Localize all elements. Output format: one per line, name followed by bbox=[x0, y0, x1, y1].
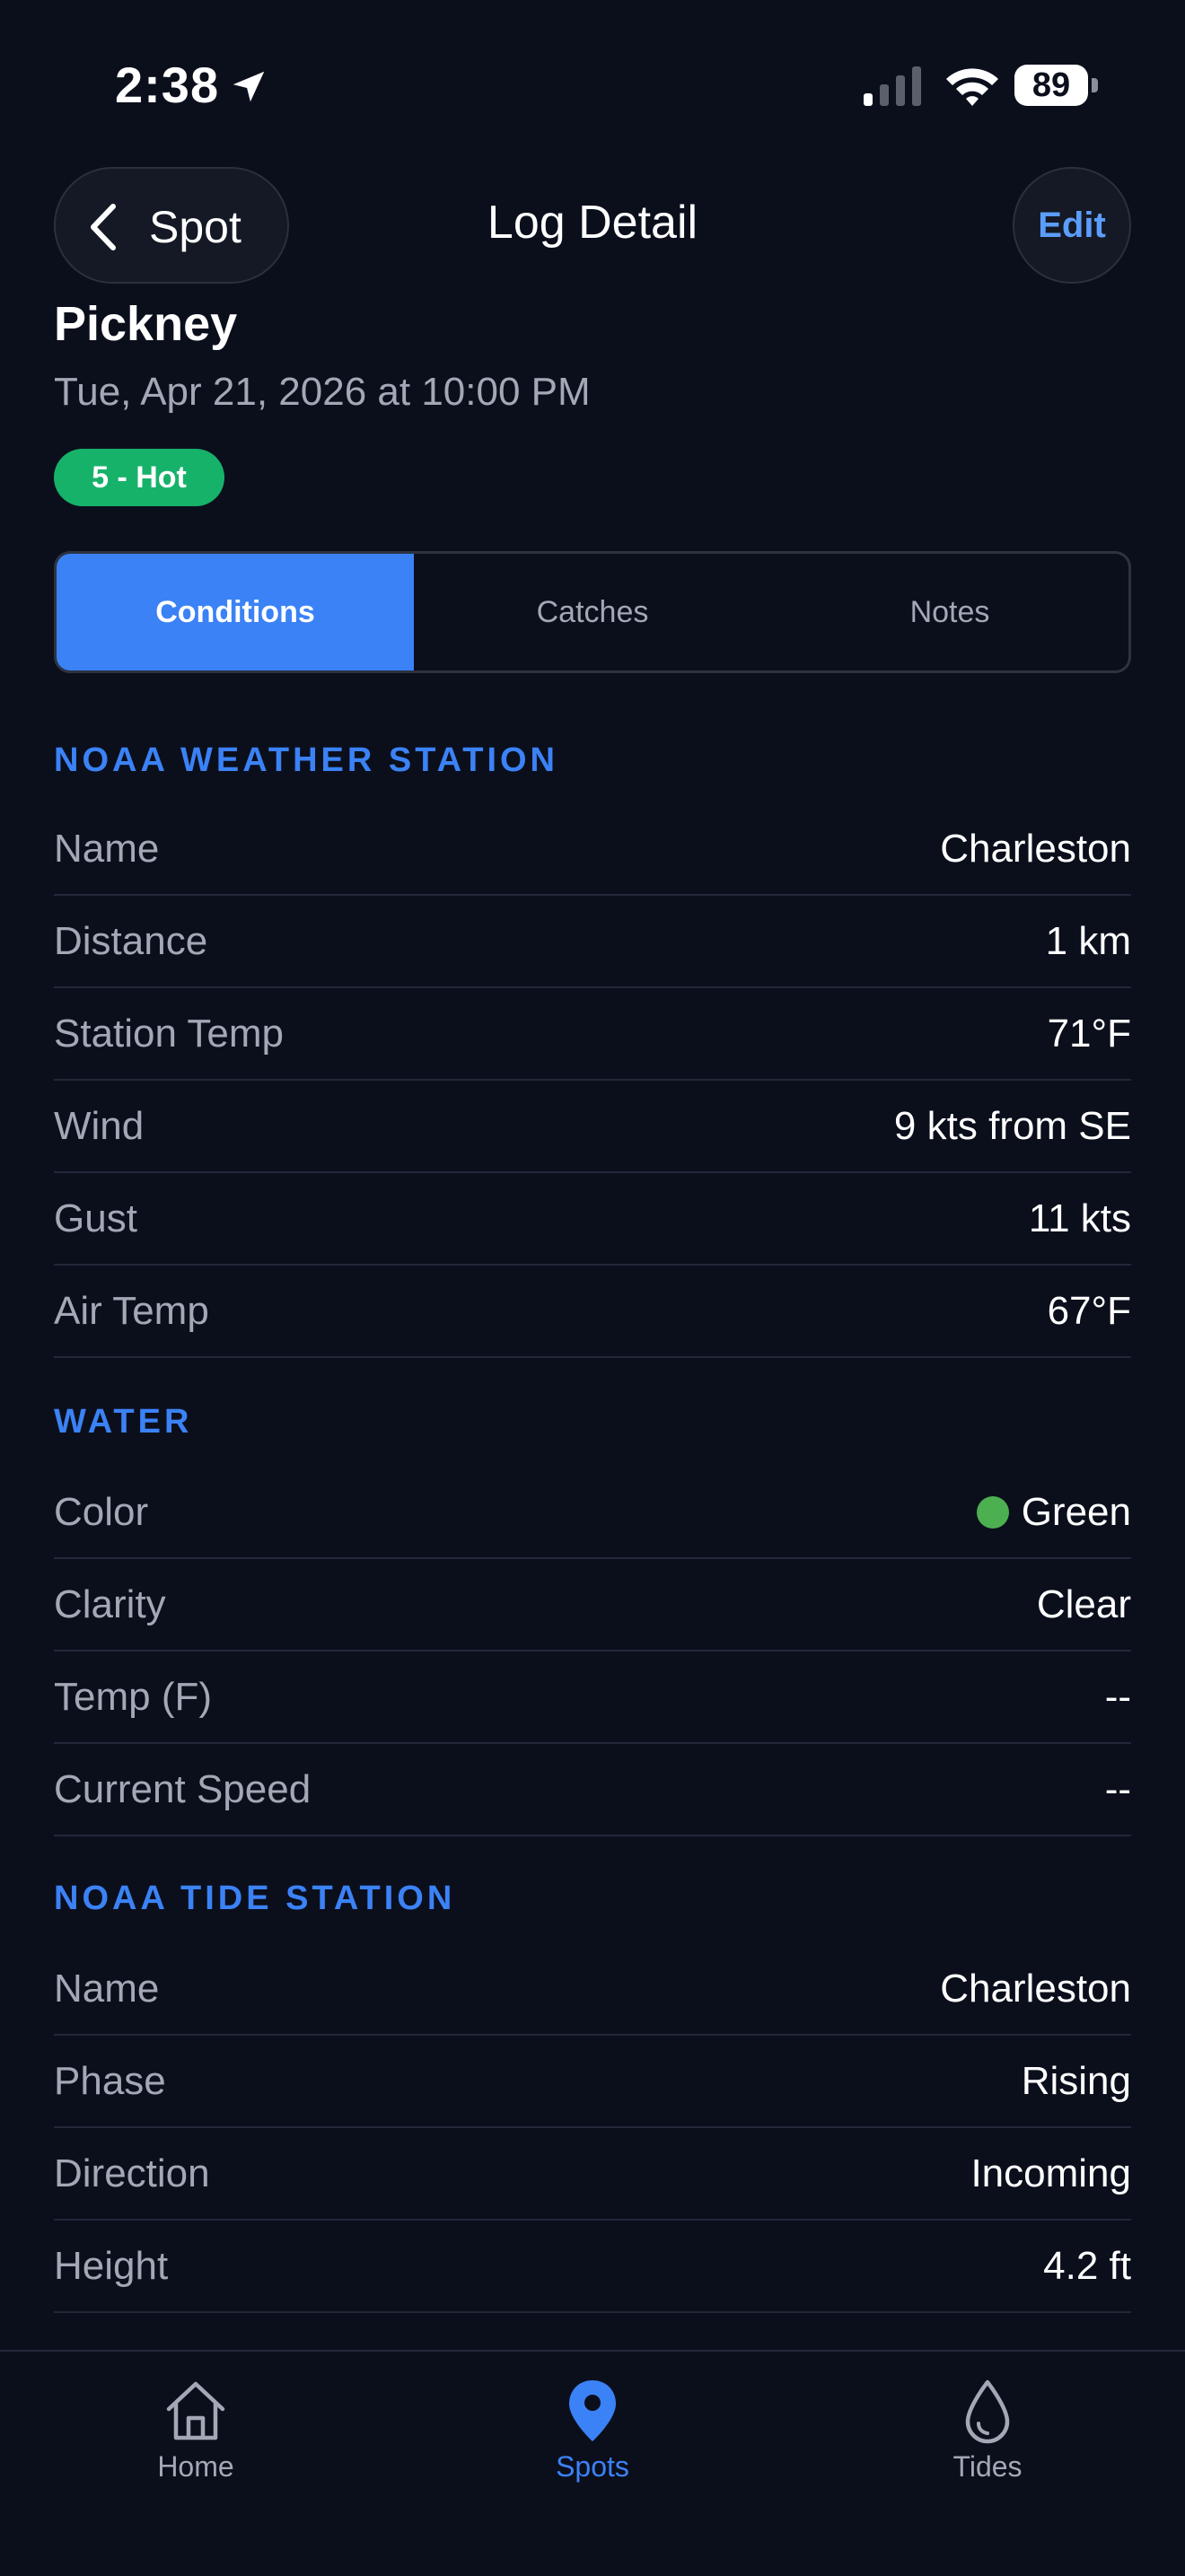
row-label: Direction bbox=[54, 2151, 210, 2195]
weather-row-gust: Gust 11 kts bbox=[54, 1173, 1131, 1266]
row-label: Current Speed bbox=[54, 1766, 312, 1811]
row-label: Temp (F) bbox=[54, 1674, 212, 1719]
row-label: Gust bbox=[54, 1196, 137, 1240]
status-time: 2:38 bbox=[115, 57, 220, 113]
bottom-tab-bar: Home Spots Tides bbox=[0, 2350, 1185, 2576]
location-arrow-icon bbox=[233, 71, 265, 102]
row-value: 71°F bbox=[1047, 1011, 1131, 1056]
tab-bar-tides[interactable]: Tides bbox=[880, 2377, 1095, 2484]
spot-name: Pickney bbox=[54, 297, 238, 351]
row-value: Charleston bbox=[940, 1966, 1131, 2011]
battery-icon: 89 bbox=[1014, 65, 1101, 108]
tide-row-height: Height 4.2 ft bbox=[54, 2221, 1131, 2313]
tab-bar-home[interactable]: Home bbox=[88, 2377, 303, 2484]
rating-badge: 5 - Hot bbox=[54, 449, 224, 506]
row-label: Station Temp bbox=[54, 1011, 285, 1056]
home-icon bbox=[166, 2381, 225, 2440]
color-swatch-icon bbox=[976, 1495, 1009, 1529]
tab-bar-label: Tides bbox=[952, 2450, 1023, 2483]
weather-row-station-temp: Station Temp 71°F bbox=[54, 988, 1131, 1081]
row-value: Green bbox=[976, 1489, 1131, 1535]
battery-level: 89 bbox=[1014, 65, 1088, 106]
row-label: Height bbox=[54, 2243, 169, 2288]
water-color-value: Green bbox=[1021, 1489, 1131, 1534]
water-row-clarity: Clarity Clear bbox=[54, 1559, 1131, 1652]
row-value: Incoming bbox=[970, 2151, 1131, 2195]
weather-row-name: Name Charleston bbox=[54, 803, 1131, 896]
row-label: Clarity bbox=[54, 1582, 166, 1626]
tide-row-name: Name Charleston bbox=[54, 1943, 1131, 2036]
tab-catches[interactable]: Catches bbox=[414, 554, 771, 670]
water-row-temp: Temp (F) -- bbox=[54, 1652, 1131, 1744]
row-value: Rising bbox=[1021, 2058, 1131, 2103]
water-drop-icon bbox=[965, 2379, 1010, 2444]
row-label: Wind bbox=[54, 1103, 145, 1148]
edit-button[interactable]: Edit bbox=[1013, 167, 1131, 284]
wifi-icon bbox=[946, 68, 998, 106]
weather-row-air-temp: Air Temp 67°F bbox=[54, 1266, 1131, 1358]
log-date: Tue, Apr 21, 2026 at 10:00 PM bbox=[54, 370, 591, 414]
row-value: Clear bbox=[1036, 1582, 1131, 1626]
row-value: 4.2 ft bbox=[1043, 2243, 1131, 2288]
page-title: Log Detail bbox=[487, 197, 698, 249]
row-label: Distance bbox=[54, 918, 208, 963]
weather-row-distance: Distance 1 km bbox=[54, 896, 1131, 988]
tide-section-title: NOAA TIDE STATION bbox=[54, 1879, 456, 1917]
row-value: 9 kts from SE bbox=[893, 1103, 1131, 1148]
row-value: -- bbox=[1104, 1766, 1131, 1811]
tide-row-direction: Direction Incoming bbox=[54, 2128, 1131, 2221]
row-label: Color bbox=[54, 1489, 149, 1534]
row-value: -- bbox=[1104, 1674, 1131, 1719]
tab-bar-label: Home bbox=[157, 2450, 234, 2483]
row-label: Name bbox=[54, 826, 160, 871]
tab-notes[interactable]: Notes bbox=[771, 554, 1128, 670]
segmented-tabs: Conditions Catches Notes bbox=[54, 551, 1131, 673]
tab-bar-spots[interactable]: Spots bbox=[485, 2377, 700, 2484]
map-pin-icon bbox=[569, 2380, 616, 2441]
row-label: Air Temp bbox=[54, 1288, 209, 1333]
water-row-color: Color Green bbox=[54, 1467, 1131, 1559]
weather-section-title: NOAA WEATHER STATION bbox=[54, 741, 558, 779]
tab-conditions[interactable]: Conditions bbox=[57, 554, 414, 670]
row-value: 11 kts bbox=[1028, 1196, 1131, 1240]
cellular-signal-icon bbox=[864, 66, 921, 106]
weather-row-wind: Wind 9 kts from SE bbox=[54, 1081, 1131, 1173]
water-section-title: WATER bbox=[54, 1403, 193, 1441]
row-label: Phase bbox=[54, 2058, 166, 2103]
water-row-current-speed: Current Speed -- bbox=[54, 1744, 1131, 1836]
tide-row-phase: Phase Rising bbox=[54, 2036, 1131, 2128]
status-bar: 2:38 89 bbox=[0, 0, 1185, 171]
row-value: Charleston bbox=[940, 826, 1131, 871]
row-value: 1 km bbox=[1045, 918, 1131, 963]
row-value: 67°F bbox=[1047, 1288, 1131, 1333]
row-label: Name bbox=[54, 1966, 160, 2011]
tab-bar-label: Spots bbox=[556, 2450, 629, 2483]
